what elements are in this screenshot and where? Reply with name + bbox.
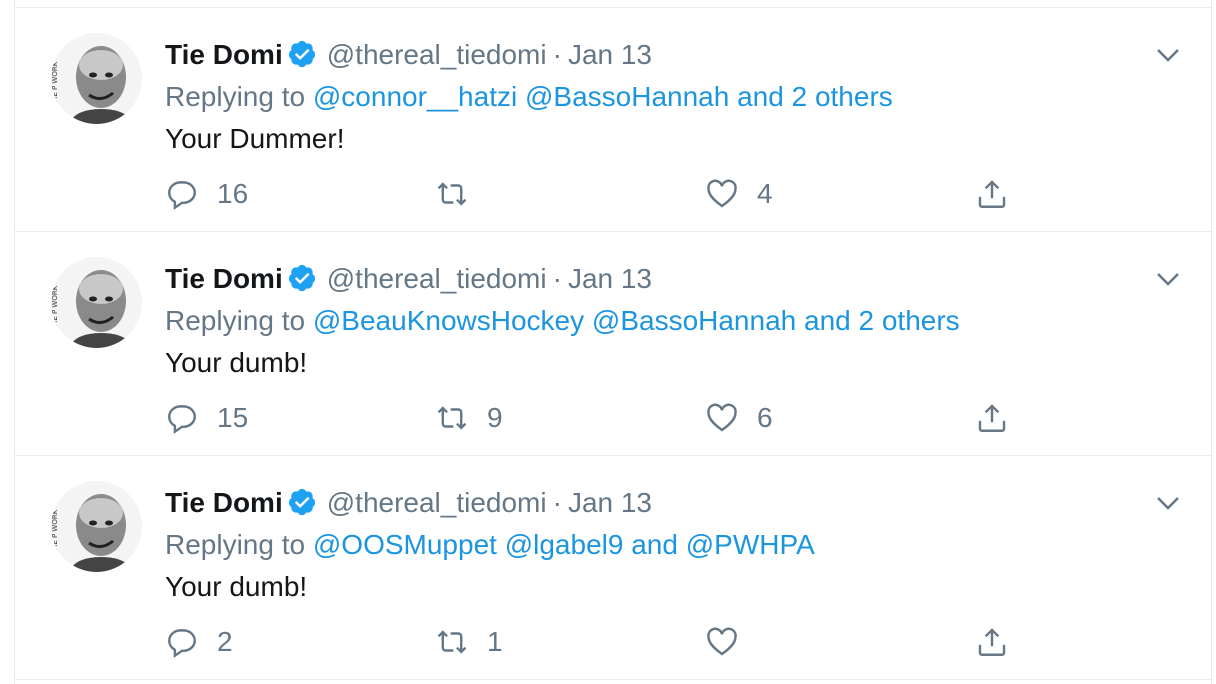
tweet[interactable]: TIE P WORK Tie Domi @thereal_tiedomi · Jan … bbox=[15, 456, 1211, 680]
mention-link[interactable]: @PWHPA bbox=[686, 529, 815, 560]
verified-badge-icon bbox=[288, 264, 315, 292]
speech-bubble-icon bbox=[168, 181, 196, 211]
tweet-actions: 16 4 bbox=[165, 174, 1065, 214]
replying-prefix: Replying to bbox=[165, 305, 306, 336]
like-button[interactable]: 6 bbox=[705, 398, 773, 438]
tweet-header: Tie Domi @thereal_tiedomi · Jan 13 bbox=[165, 260, 652, 298]
author-handle[interactable]: @thereal_tiedomi bbox=[327, 263, 547, 294]
svg-text:TIE P WORK: TIE P WORK bbox=[51, 509, 59, 552]
mention-link[interactable]: @lgabel9 bbox=[505, 529, 624, 560]
mention-joiner: and bbox=[737, 81, 784, 112]
heart-icon bbox=[707, 627, 737, 656]
separator: · bbox=[552, 263, 562, 294]
feed-top-divider bbox=[15, 0, 1211, 8]
mention-link[interactable]: 2 others bbox=[859, 305, 960, 336]
verified-badge-icon bbox=[288, 488, 315, 516]
retweet-arrows-icon bbox=[437, 182, 467, 206]
tweet-date[interactable]: Jan 13 bbox=[568, 39, 652, 70]
separator: · bbox=[552, 487, 562, 518]
avatar[interactable]: TIE P WORK bbox=[51, 257, 142, 348]
reply-button[interactable]: 15 bbox=[165, 398, 248, 438]
avatar[interactable]: TIE P WORK bbox=[51, 481, 142, 572]
verified-badge-icon bbox=[288, 40, 315, 68]
share-upload-icon bbox=[978, 628, 1006, 656]
tweet[interactable]: TIE P WORK Tie Domi @thereal_tiedomi · Jan … bbox=[15, 8, 1211, 232]
mention-link[interactable]: @BeauKnowsHockey bbox=[313, 305, 584, 336]
tweet-header: Tie Domi @thereal_tiedomi · Jan 13 bbox=[165, 36, 652, 74]
mention-link[interactable]: @BassoHannah bbox=[525, 81, 729, 112]
retweet-button[interactable]: 9 bbox=[435, 398, 503, 438]
reply-button[interactable]: 16 bbox=[165, 174, 248, 214]
tweet-text: Your dumb! bbox=[165, 347, 308, 378]
heart-icon bbox=[707, 179, 737, 208]
reply-count: 2 bbox=[217, 626, 233, 657]
mention-joiner: and bbox=[804, 305, 851, 336]
author-name[interactable]: Tie Domi bbox=[165, 487, 283, 518]
share-upload-icon bbox=[978, 180, 1006, 208]
retweet-button[interactable] bbox=[435, 174, 487, 214]
author-name[interactable]: Tie Domi bbox=[165, 263, 283, 294]
tweet-header: Tie Domi @thereal_tiedomi · Jan 13 bbox=[165, 484, 652, 522]
mention-joiner: and bbox=[631, 529, 678, 560]
share-button[interactable] bbox=[975, 398, 1009, 438]
replying-to: Replying to @OOSMuppet @lgabel9 and @PWH… bbox=[165, 526, 815, 564]
reply-button[interactable]: 2 bbox=[165, 622, 233, 662]
chevron-down-icon[interactable] bbox=[1155, 269, 1181, 289]
mention-link[interactable]: @BassoHannah bbox=[592, 305, 796, 336]
tweet-date[interactable]: Jan 13 bbox=[568, 263, 652, 294]
chevron-down-icon[interactable] bbox=[1155, 45, 1181, 65]
like-count: 4 bbox=[757, 178, 773, 209]
retweet-arrows-icon bbox=[437, 630, 467, 654]
speech-bubble-icon bbox=[168, 405, 196, 435]
author-handle[interactable]: @thereal_tiedomi bbox=[327, 39, 547, 70]
share-upload-icon bbox=[978, 404, 1006, 432]
svg-text:TIE P WORK: TIE P WORK bbox=[51, 61, 59, 104]
reply-count: 16 bbox=[217, 178, 249, 209]
separator: · bbox=[552, 39, 562, 70]
mention-link[interactable]: @OOSMuppet bbox=[313, 529, 497, 560]
tweet-actions: 2 1 bbox=[165, 622, 1065, 662]
tweet[interactable]: TIE P WORK Tie Domi @thereal_tiedomi · Jan … bbox=[15, 232, 1211, 456]
author-handle[interactable]: @thereal_tiedomi bbox=[327, 487, 547, 518]
retweet-button[interactable]: 1 bbox=[435, 622, 503, 662]
reply-count: 15 bbox=[217, 402, 249, 433]
tweet-feed: TIE P WORK Tie Domi @thereal_tiedomi · Jan … bbox=[14, 0, 1212, 684]
mention-link[interactable]: 2 others bbox=[792, 81, 893, 112]
retweet-count: 9 bbox=[487, 402, 503, 433]
retweet-arrows-icon bbox=[437, 406, 467, 430]
tweet-text: Your Dummer! bbox=[165, 123, 345, 154]
speech-bubble-icon bbox=[168, 629, 196, 659]
like-button[interactable]: 4 bbox=[705, 174, 773, 214]
share-button[interactable] bbox=[975, 622, 1009, 662]
svg-text:TIE P WORK: TIE P WORK bbox=[51, 285, 59, 328]
retweet-count: 1 bbox=[487, 626, 503, 657]
tweet-date[interactable]: Jan 13 bbox=[568, 487, 652, 518]
share-button[interactable] bbox=[975, 174, 1009, 214]
replying-to: Replying to @connor__hatzi @BassoHannah … bbox=[165, 78, 893, 116]
mention-link[interactable]: @connor__hatzi bbox=[313, 81, 517, 112]
heart-icon bbox=[707, 403, 737, 432]
replying-prefix: Replying to bbox=[165, 81, 306, 112]
like-button[interactable] bbox=[705, 622, 757, 662]
tweet-text: Your dumb! bbox=[165, 571, 308, 602]
replying-prefix: Replying to bbox=[165, 529, 306, 560]
author-name[interactable]: Tie Domi bbox=[165, 39, 283, 70]
replying-to: Replying to @BeauKnowsHockey @BassoHanna… bbox=[165, 302, 960, 340]
avatar[interactable]: TIE P WORK bbox=[51, 33, 142, 124]
chevron-down-icon[interactable] bbox=[1155, 493, 1181, 513]
tweet-actions: 15 9 6 bbox=[165, 398, 1065, 438]
like-count: 6 bbox=[757, 402, 773, 433]
